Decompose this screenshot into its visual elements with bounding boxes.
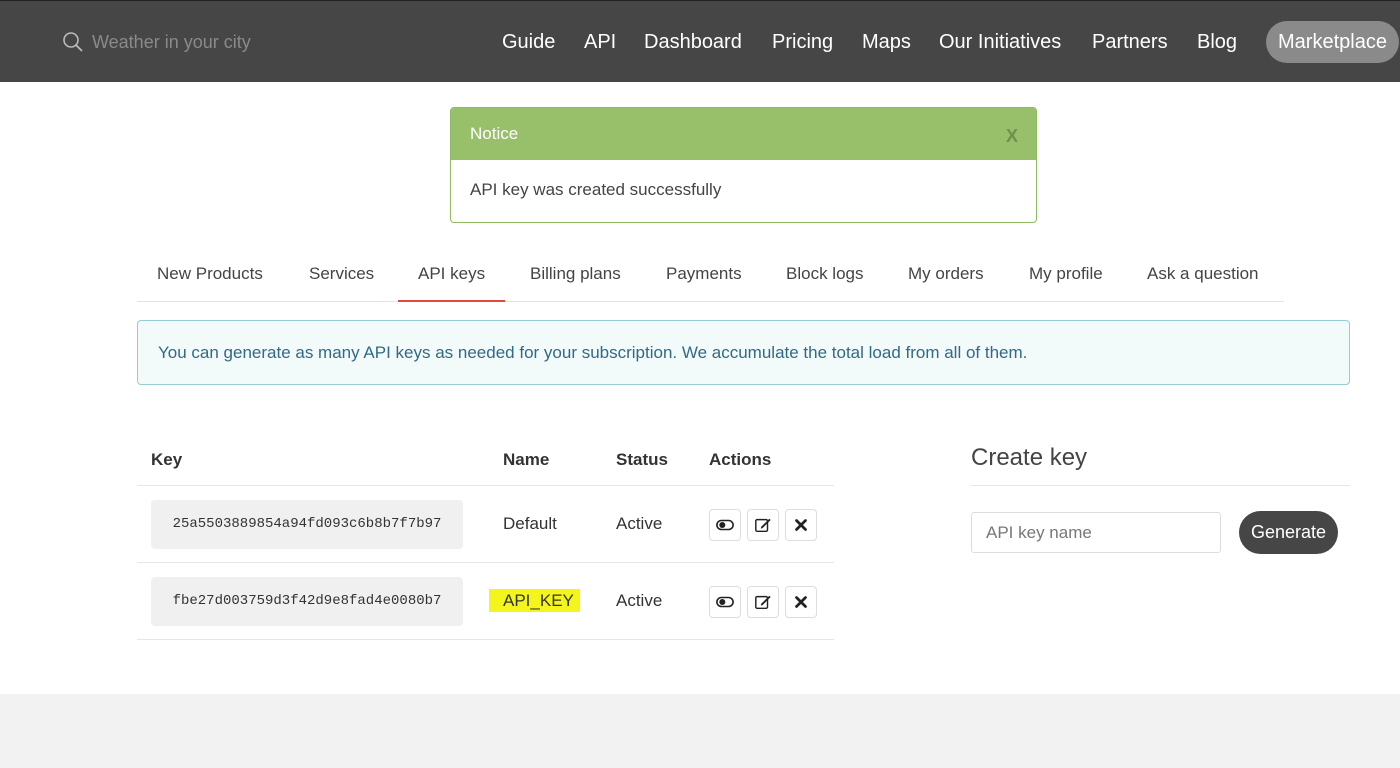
top-navbar: Guide API Dashboard Pricing Maps Our Ini…	[0, 0, 1400, 82]
row-actions	[709, 509, 817, 541]
nav-guide[interactable]: Guide	[502, 21, 555, 63]
api-key-name: API_KEY	[489, 563, 580, 640]
api-key-status: Active	[616, 591, 663, 610]
api-key-name-highlighted: API_KEY	[489, 589, 580, 612]
delete-icon	[795, 596, 807, 608]
edit-icon	[755, 595, 771, 610]
delete-icon	[795, 519, 807, 531]
nav-api[interactable]: API	[584, 21, 616, 63]
api-key-name-input[interactable]	[971, 512, 1221, 553]
footer	[0, 694, 1400, 768]
column-header-status: Status	[616, 450, 668, 469]
column-header-key: Key	[151, 450, 183, 469]
create-key-form: Generate	[971, 511, 1350, 554]
toggle-icon	[716, 596, 734, 608]
account-tabs: New Products Services API keys Billing p…	[137, 252, 1284, 302]
create-key-panel: Create key Generate	[971, 440, 1350, 554]
edit-icon	[755, 518, 771, 533]
tab-ask-a-question[interactable]: Ask a question	[1147, 252, 1259, 300]
tab-my-orders[interactable]: My orders	[908, 252, 984, 300]
notice-message: API key was created successfully	[470, 180, 722, 199]
delete-key-button[interactable]	[785, 509, 817, 541]
api-key-value: fbe27d003759d3f42d9e8fad4e0080b7	[151, 577, 463, 626]
tab-payments[interactable]: Payments	[666, 252, 742, 300]
nav-pricing[interactable]: Pricing	[772, 21, 833, 63]
api-key-value: 25a5503889854a94fd093c6b8b7f7b97	[151, 500, 463, 549]
column-header-name: Name	[503, 450, 550, 469]
edit-key-button[interactable]	[747, 509, 779, 541]
main-nav: Guide API Dashboard Pricing Maps Our Ini…	[0, 21, 1400, 63]
tab-api-keys[interactable]: API keys	[398, 252, 506, 302]
toggle-icon	[716, 519, 734, 531]
notice-alert: Notice X API key was created successfull…	[450, 107, 1037, 223]
nav-marketplace[interactable]: Marketplace	[1266, 21, 1399, 63]
toggle-key-button[interactable]	[709, 509, 741, 541]
nav-blog[interactable]: Blog	[1197, 21, 1237, 63]
api-key-name: Default	[503, 514, 557, 533]
notice-title: Notice	[470, 124, 519, 143]
info-alert: You can generate as many API keys as nee…	[137, 320, 1350, 385]
toggle-key-button[interactable]	[709, 586, 741, 618]
generate-button[interactable]: Generate	[1239, 511, 1338, 554]
nav-maps[interactable]: Maps	[862, 21, 911, 63]
column-header-actions: Actions	[709, 450, 772, 469]
nav-our-initiatives[interactable]: Our Initiatives	[939, 21, 1061, 63]
tab-new-products[interactable]: New Products	[157, 252, 263, 300]
edit-key-button[interactable]	[747, 586, 779, 618]
delete-key-button[interactable]	[785, 586, 817, 618]
nav-partners[interactable]: Partners	[1092, 21, 1168, 63]
row-actions	[709, 586, 817, 618]
api-key-status: Active	[616, 514, 663, 533]
tab-services[interactable]: Services	[309, 252, 374, 300]
tab-billing-plans[interactable]: Billing plans	[530, 252, 621, 300]
table-row: 25a5503889854a94fd093c6b8b7f7b97 Default…	[137, 486, 834, 563]
tab-block-logs[interactable]: Block logs	[786, 252, 863, 300]
tab-my-profile[interactable]: My profile	[1029, 252, 1103, 300]
notice-header: Notice X	[451, 108, 1036, 160]
table-row: fbe27d003759d3f42d9e8fad4e0080b7 API_KEY…	[137, 563, 834, 640]
nav-dashboard[interactable]: Dashboard	[644, 21, 742, 63]
notice-close-button[interactable]: X	[1006, 108, 1018, 164]
create-key-title: Create key	[971, 440, 1350, 486]
